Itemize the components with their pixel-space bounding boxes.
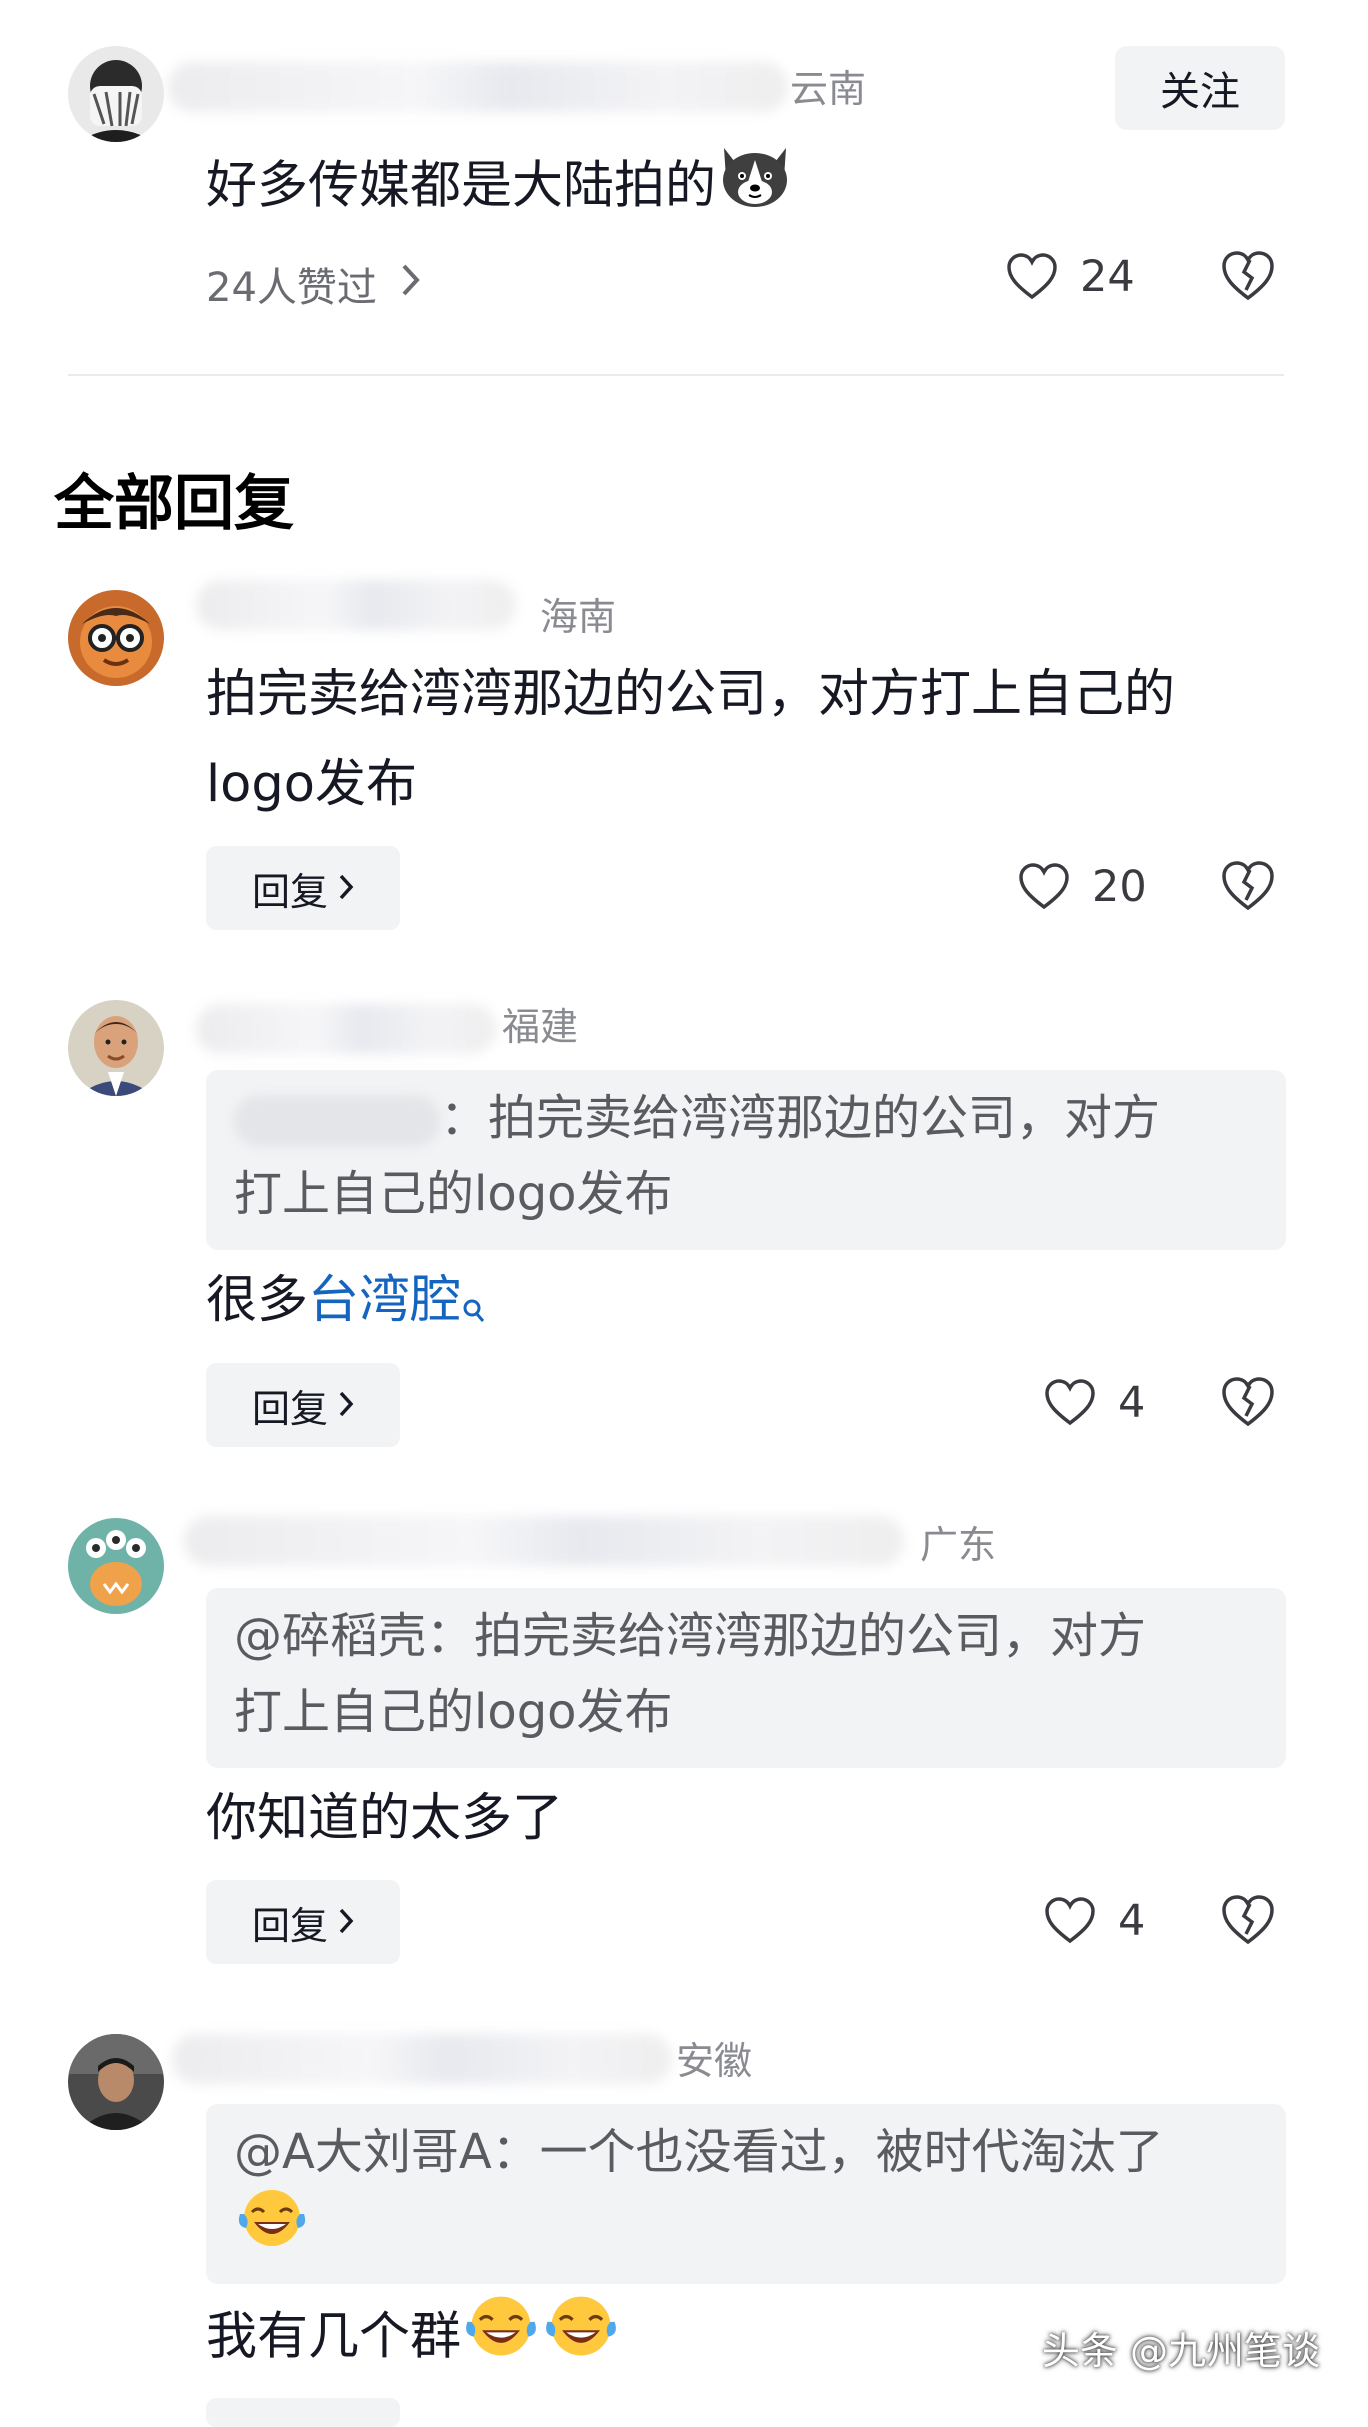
reply-button[interactable]: 回复 [206,1880,400,1964]
reply-text: 我有几个群 [206,2290,621,2389]
avatar-reply-4[interactable] [68,2034,164,2130]
username-blurred[interactable] [168,62,788,112]
reply-button[interactable] [206,2398,400,2427]
quoted-comment-line-1: @碎稻壳：拍完卖给湾湾那边的公司，对方 [234,1608,1147,1664]
reply-text: 很多台湾腔 [206,1256,487,1356]
search-icon [461,1266,487,1356]
quoted-comment[interactable]: @碎稻壳：拍完卖给湾湾那边的公司，对方 打上自己的logo发布 [206,1588,1286,1768]
reply-text: 你知道的太多了 [206,1789,564,1848]
like-count: 20 [1092,862,1147,912]
quoted-comment-line-2: 打上自己的logo发布 [234,1166,673,1222]
reply-button-label: 回复 [251,1903,328,1948]
comment-text-body: 好多传媒都是大陆拍的 [206,156,717,216]
region-label: 云南 [790,67,867,111]
reply-button-label: 回复 [251,869,328,914]
region-label: 海南 [540,595,617,639]
reply-text-body: 我有几个群 [206,2307,462,2367]
laughing-crying-emoji [461,2290,541,2389]
comment-text: 好多传媒都是大陆拍的 [206,138,794,239]
heart-icon [1045,1379,1095,1426]
section-divider [68,374,1284,376]
broken-heart-icon[interactable] [1220,1376,1276,1428]
like-button[interactable]: 24 [1006,252,1135,302]
likes-summary-label: 24人赞过 [206,265,377,311]
reply-button-label: 回复 [251,1386,328,1431]
quote-separator: ： [440,1090,489,1146]
search-link[interactable]: 台湾腔 [308,1271,461,1330]
laughing-crying-emoji [234,2184,310,2272]
like-button[interactable]: 4 [1044,1896,1145,1946]
reply-text-line-1: 拍完卖给湾湾那边的公司，对方打上自己的 [206,665,1176,724]
follow-button[interactable]: 关注 [1115,46,1285,130]
broken-heart-icon[interactable] [1220,1894,1276,1946]
broken-heart-icon[interactable] [1220,860,1276,912]
quote-text-1: 拍完卖给湾湾那边的公司，对方 [488,1090,1161,1146]
like-count: 4 [1118,1896,1146,1946]
username-blurred[interactable] [172,2034,672,2084]
chevron-right-icon [401,261,421,307]
avatar-reply-3[interactable] [68,1518,164,1614]
reply-button[interactable]: 回复 [206,846,400,930]
heart-icon [1007,253,1057,300]
chevron-right-icon [338,1902,354,1942]
likes-summary[interactable]: 24人赞过 [206,255,421,313]
dog-emoji [716,138,794,239]
heart-icon [1019,863,1069,910]
quoted-comment-line-2: 打上自己的logo发布 [234,1684,673,1740]
reply-button[interactable]: 回复 [206,1363,400,1447]
username-blurred[interactable] [184,1516,904,1566]
broken-heart-icon[interactable] [1220,250,1276,302]
watermark: 头条 @九州笔谈 [1041,2329,1320,2373]
heart-icon [1045,1897,1095,1944]
reply-text: 拍完卖给湾湾那边的公司，对方打上自己的 logo发布 [206,650,1175,830]
chevron-right-icon [338,1385,354,1425]
quoted-comment-line-2 [234,2190,1258,2266]
username-blurred[interactable] [196,580,516,630]
avatar-top-comment[interactable] [68,46,164,142]
avatar-reply-1[interactable] [68,590,164,686]
region-label: 安徽 [676,2039,753,2083]
laughing-crying-emoji [541,2290,621,2389]
quoted-comment-line-1: ：拍完卖给湾湾那边的公司，对方 [234,1080,1258,1156]
username-blurred [234,1095,440,1147]
reply-text-line-2: logo发布 [206,755,417,814]
like-count: 24 [1080,252,1135,302]
region-label: 广东 [920,1523,997,1567]
reply-text-prefix: 很多 [206,1271,309,1330]
like-button[interactable]: 20 [1018,862,1147,912]
like-button[interactable]: 4 [1044,1378,1145,1428]
quoted-comment-line-1: @A大刘哥A：一个也没看过，被时代淘汰了 [234,2124,1164,2180]
like-count: 4 [1118,1378,1146,1428]
quoted-comment[interactable]: @A大刘哥A：一个也没看过，被时代淘汰了 [206,2104,1286,2284]
username-blurred[interactable] [196,1004,496,1054]
region-label: 福建 [502,1005,579,1049]
section-title: 全部回复 [54,469,294,539]
chevron-right-icon [338,868,354,908]
quoted-comment[interactable]: ：拍完卖给湾湾那边的公司，对方 打上自己的logo发布 [206,1070,1286,1250]
avatar-reply-2[interactable] [68,1000,164,1096]
